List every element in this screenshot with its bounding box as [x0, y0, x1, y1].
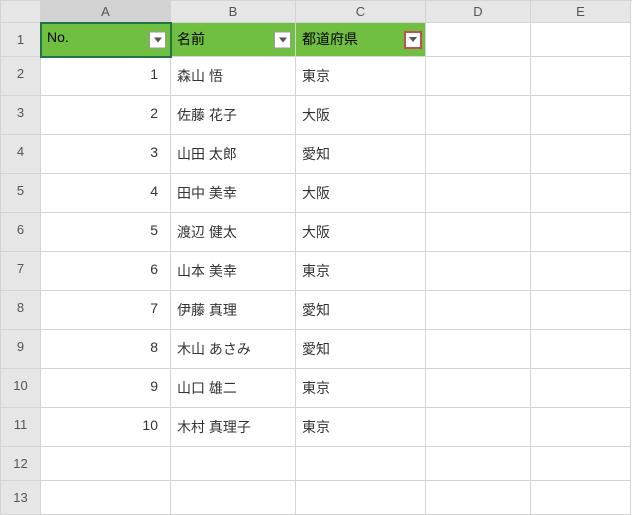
cell-a7[interactable]: 6 — [41, 252, 171, 291]
spreadsheet-grid: A B C D E 1 No. 名前 都道府県 2 1 森山 悟 東京 3 2 … — [0, 0, 632, 515]
header-label-pref: 都道府県 — [302, 31, 358, 47]
cell-b5[interactable]: 田中 美幸 — [171, 174, 296, 213]
cell-d6[interactable] — [426, 213, 531, 252]
cell-c7[interactable]: 東京 — [296, 252, 426, 291]
cell-c9[interactable]: 愛知 — [296, 330, 426, 369]
cell-d10[interactable] — [426, 369, 531, 408]
row-header-7[interactable]: 7 — [1, 252, 41, 291]
cell-d2[interactable] — [426, 57, 531, 96]
chevron-down-icon — [409, 37, 417, 42]
col-header-c[interactable]: C — [296, 1, 426, 23]
cell-a6[interactable]: 5 — [41, 213, 171, 252]
cell-e3[interactable] — [531, 96, 631, 135]
cell-c3[interactable]: 大阪 — [296, 96, 426, 135]
filter-button-pref[interactable] — [404, 31, 422, 49]
cell-c8[interactable]: 愛知 — [296, 291, 426, 330]
cell-e13[interactable] — [531, 481, 631, 515]
cell-d8[interactable] — [426, 291, 531, 330]
cell-d7[interactable] — [426, 252, 531, 291]
cell-e6[interactable] — [531, 213, 631, 252]
cell-b2[interactable]: 森山 悟 — [171, 57, 296, 96]
cell-b12[interactable] — [171, 447, 296, 481]
cell-e7[interactable] — [531, 252, 631, 291]
row-header-2[interactable]: 2 — [1, 57, 41, 96]
cell-b4[interactable]: 山田 太郎 — [171, 135, 296, 174]
cell-b3[interactable]: 佐藤 花子 — [171, 96, 296, 135]
cell-d1[interactable] — [426, 23, 531, 57]
cell-c5[interactable]: 大阪 — [296, 174, 426, 213]
cell-e11[interactable] — [531, 408, 631, 447]
cell-e8[interactable] — [531, 291, 631, 330]
select-all-corner[interactable] — [1, 1, 41, 23]
cell-a12[interactable] — [41, 447, 171, 481]
col-header-b[interactable]: B — [171, 1, 296, 23]
cell-b6[interactable]: 渡辺 健太 — [171, 213, 296, 252]
cell-c10[interactable]: 東京 — [296, 369, 426, 408]
cell-a11[interactable]: 10 — [41, 408, 171, 447]
row-header-13[interactable]: 13 — [1, 481, 41, 515]
col-header-d[interactable]: D — [426, 1, 531, 23]
cell-a5[interactable]: 4 — [41, 174, 171, 213]
cell-b7[interactable]: 山本 美幸 — [171, 252, 296, 291]
cell-c2[interactable]: 東京 — [296, 57, 426, 96]
cell-d4[interactable] — [426, 135, 531, 174]
cell-b1[interactable]: 名前 — [171, 23, 296, 57]
cell-b8[interactable]: 伊藤 真理 — [171, 291, 296, 330]
cell-c11[interactable]: 東京 — [296, 408, 426, 447]
row-header-8[interactable]: 8 — [1, 291, 41, 330]
cell-c6[interactable]: 大阪 — [296, 213, 426, 252]
cell-a13[interactable] — [41, 481, 171, 515]
row-header-1[interactable]: 1 — [1, 23, 41, 57]
cell-a4[interactable]: 3 — [41, 135, 171, 174]
cell-b9[interactable]: 木山 あさみ — [171, 330, 296, 369]
row-header-4[interactable]: 4 — [1, 135, 41, 174]
cell-c13[interactable] — [296, 481, 426, 515]
cell-d12[interactable] — [426, 447, 531, 481]
cell-b10[interactable]: 山口 雄二 — [171, 369, 296, 408]
cell-e2[interactable] — [531, 57, 631, 96]
header-label-no: No. — [47, 29, 69, 45]
cell-d9[interactable] — [426, 330, 531, 369]
cell-e10[interactable] — [531, 369, 631, 408]
header-label-name: 名前 — [177, 31, 205, 47]
row-header-12[interactable]: 12 — [1, 447, 41, 481]
cell-b11[interactable]: 木村 真理子 — [171, 408, 296, 447]
cell-a3[interactable]: 2 — [41, 96, 171, 135]
col-header-e[interactable]: E — [531, 1, 631, 23]
filter-button-no[interactable] — [149, 31, 166, 48]
cell-d3[interactable] — [426, 96, 531, 135]
chevron-down-icon — [154, 37, 162, 42]
cell-a2[interactable]: 1 — [41, 57, 171, 96]
cell-c12[interactable] — [296, 447, 426, 481]
cell-a9[interactable]: 8 — [41, 330, 171, 369]
cell-a10[interactable]: 9 — [41, 369, 171, 408]
row-header-5[interactable]: 5 — [1, 174, 41, 213]
chevron-down-icon — [279, 37, 287, 42]
row-header-3[interactable]: 3 — [1, 96, 41, 135]
cell-a8[interactable]: 7 — [41, 291, 171, 330]
cell-e4[interactable] — [531, 135, 631, 174]
row-header-10[interactable]: 10 — [1, 369, 41, 408]
row-header-6[interactable]: 6 — [1, 213, 41, 252]
cell-e5[interactable] — [531, 174, 631, 213]
row-header-11[interactable]: 11 — [1, 408, 41, 447]
cell-b13[interactable] — [171, 481, 296, 515]
cell-a1[interactable]: No. — [41, 23, 171, 57]
cell-e1[interactable] — [531, 23, 631, 57]
row-header-9[interactable]: 9 — [1, 330, 41, 369]
cell-d11[interactable] — [426, 408, 531, 447]
cell-d5[interactable] — [426, 174, 531, 213]
cell-e9[interactable] — [531, 330, 631, 369]
cell-d13[interactable] — [426, 481, 531, 515]
filter-button-name[interactable] — [274, 31, 291, 48]
col-header-a[interactable]: A — [41, 1, 171, 23]
cell-e12[interactable] — [531, 447, 631, 481]
cell-c4[interactable]: 愛知 — [296, 135, 426, 174]
cell-c1[interactable]: 都道府県 — [296, 23, 426, 57]
